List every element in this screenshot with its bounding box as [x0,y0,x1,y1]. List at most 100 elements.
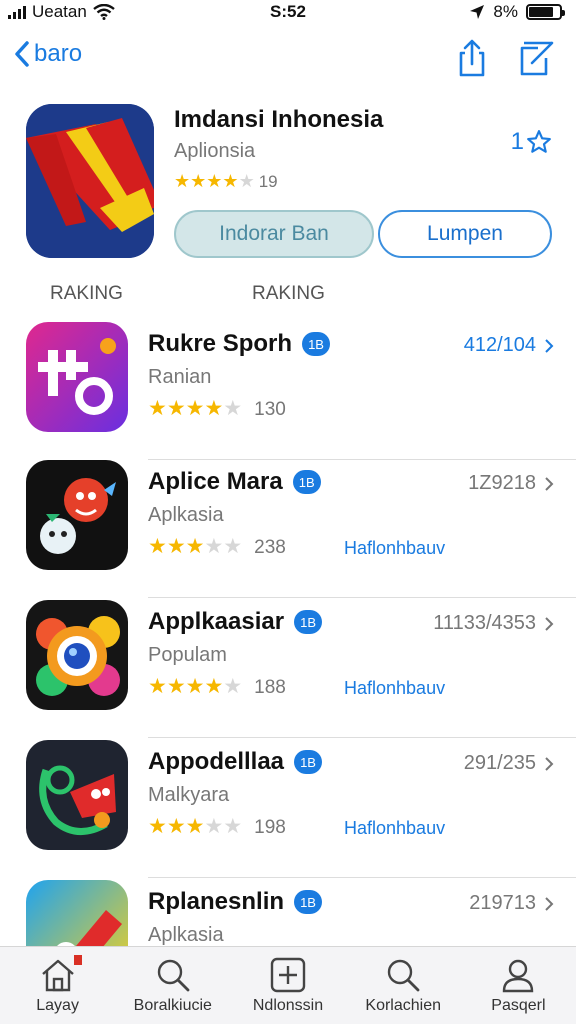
rank-value: 219713 [469,892,536,914]
featured-rank[interactable]: 1 [511,128,552,156]
row-divider [148,597,576,598]
tab-label: Pasqerl [491,997,546,1014]
app-icon [26,740,128,850]
tab-boralkiucie[interactable]: Boralkiucie [115,947,230,1024]
app-developer-link[interactable]: Haflonhbauv [344,538,445,559]
app-title: Applkaasiar [148,608,285,635]
star-filled-icon: ★ [148,815,167,838]
app-rank: 1Z9218 [468,472,554,495]
app-list-item[interactable]: Applkaasiar 1B Populam ★★★★★ 188 Haflonh… [0,600,576,738]
star-rating: ★★★★★ [148,816,242,839]
app-icon [26,460,128,570]
app-name: Rukre Sporh 1B [148,330,331,358]
star-filled-icon: ★ [174,171,191,191]
tab-bar: Layay Boralkiucie Ndlonssin Korlachien P… [0,946,576,1024]
chevron-right-icon [545,616,554,631]
app-name: Applkaasiar 1B [148,608,323,636]
rating-count: 19 [258,172,278,191]
star-empty-icon: ★ [223,397,243,420]
chevron-right-icon [545,896,554,911]
status-left: Ueatan [8,2,115,22]
tab-korlachien[interactable]: Korlachien [346,947,461,1024]
rating-count: 238 [254,536,286,558]
featured-rating: ★★★★★ 19 [174,172,278,192]
install-button[interactable]: Indorar Ban [174,210,374,258]
featured-app-icon[interactable] [26,104,154,258]
star-filled-icon: ★ [166,397,186,420]
app-rating: ★★★★★ 130 [148,398,286,421]
app-category: Malkyara [148,784,230,806]
star-empty-icon: ★ [238,171,255,191]
row-divider [148,737,576,738]
app-title: Rukre Sporh [148,330,293,357]
star-filled-icon: ★ [222,171,239,191]
search-icon [388,959,420,992]
star-empty-icon: ★ [204,535,224,558]
app-tag-badge: 1B [294,750,323,774]
chevron-right-icon [545,338,554,353]
app-tag-badge: 1B [292,470,321,494]
tab-label: Korlachien [365,997,442,1014]
tab-pasqerl[interactable]: Pasqerl [461,947,576,1024]
location-icon [470,5,485,19]
back-label: baro [34,40,83,67]
app-category: Aplkasia [148,924,224,946]
star-empty-icon: ★ [223,675,243,698]
star-filled-icon: ★ [185,815,205,838]
app-name: Aplice Mara 1B [148,468,321,496]
add-icon [270,957,306,993]
app-category: Ranian [148,366,212,388]
star-filled-icon: ★ [148,397,167,420]
star-filled-icon: ★ [185,397,205,420]
star-empty-icon: ★ [223,815,243,838]
app-tag-badge: 1B [302,332,331,356]
star-filled-icon: ★ [185,675,205,698]
signal-icon [8,5,26,19]
rank-number: 1 [510,128,524,155]
chevron-right-icon [545,476,554,491]
compose-icon[interactable] [516,38,556,78]
open-button[interactable]: Lumpen [378,210,552,258]
app-developer-link[interactable]: Haflonhbauv [344,818,445,839]
share-icon[interactable] [452,38,492,78]
app-list-item[interactable]: Aplice Mara 1B Aplkasia ★★★★★ 238 Haflon… [0,460,576,598]
app-rating: ★★★★★ 188 [148,676,286,699]
chevron-right-icon [545,756,554,771]
star-empty-icon: ★ [223,535,243,558]
row-divider [148,877,576,878]
tab-ndlonssin[interactable]: Ndlonssin [230,947,345,1024]
featured-app-subtitle: Aplionsia [174,140,256,162]
app-developer-link[interactable]: Haflonhbauv [344,678,445,699]
app-rank: 11133/4353 [433,612,554,635]
rating-count: 188 [254,676,286,698]
chevron-left-icon [15,41,29,67]
star-filled-icon: ★ [166,675,186,698]
carrier-name: Ueatan [32,2,87,21]
star-rating: ★★★★★ [148,676,242,699]
app-name: Appodelllaa 1B [148,748,323,776]
tab-layay[interactable]: Layay [0,947,115,1024]
star-filled-icon: ★ [204,397,224,420]
battery-level [529,7,553,17]
star-filled-icon: ★ [166,815,186,838]
battery-icon [526,4,565,20]
star-filled-icon: ★ [190,171,207,191]
rank-value: 291/235 [463,752,536,774]
status-right: 8% [469,2,565,22]
notification-badge [74,955,82,965]
section-label-ranking-secondary: RAKING [252,283,325,304]
star-filled-icon: ★ [204,675,224,698]
app-list-item[interactable]: Rukre Sporh 1B Ranian ★★★★★ 130 412/104 [0,322,576,460]
search-icon [157,959,190,992]
rank-value: 1Z9218 [468,472,536,494]
app-list-item[interactable]: Appodelllaa 1B Malkyara ★★★★★ 198 Haflon… [0,740,576,878]
rank-value: 11133/4353 [433,612,536,634]
app-category: Populam [148,644,227,666]
battery-percent: 8% [493,2,518,21]
app-rating: ★★★★★ 238 [148,536,286,559]
app-icon [26,322,128,432]
section-label-ranking: RAKING [50,283,123,304]
home-icon [41,959,74,992]
back-button[interactable]: baro [14,40,82,68]
star-rating: ★★★★★ [148,398,242,421]
